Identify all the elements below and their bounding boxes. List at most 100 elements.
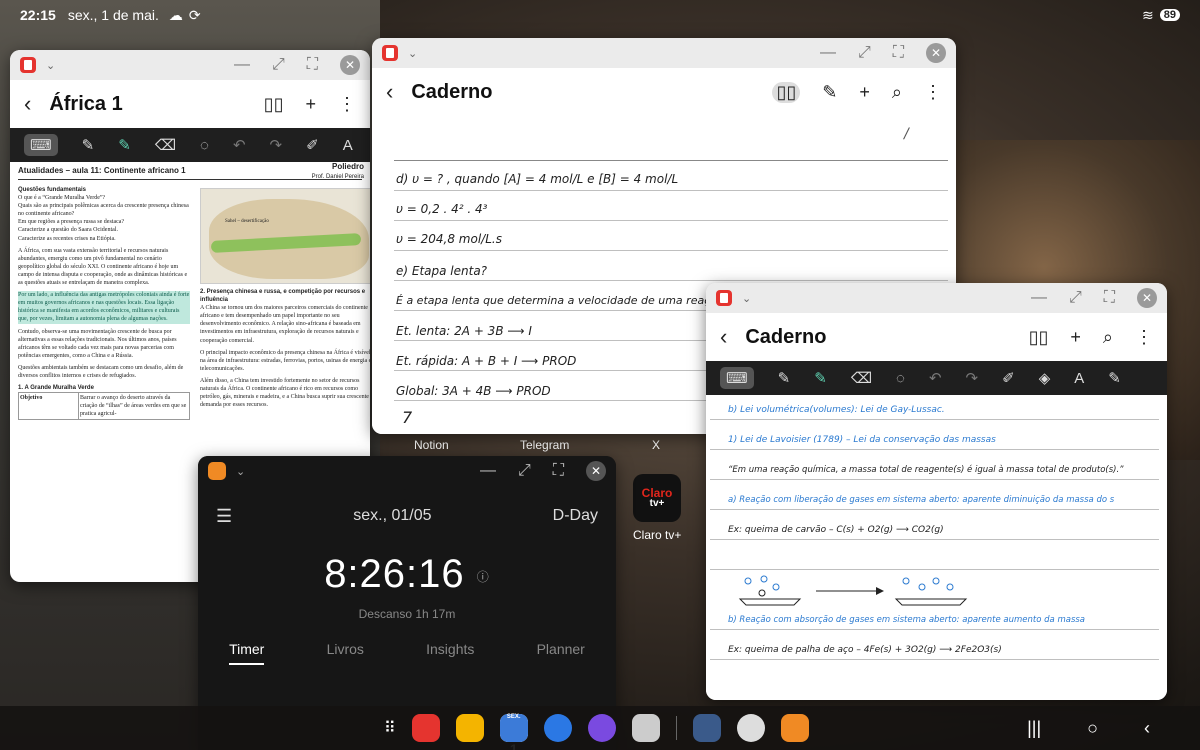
add-icon[interactable]: +: [859, 82, 870, 103]
add-icon[interactable]: +: [305, 94, 316, 115]
undo-icon[interactable]: ↶: [233, 136, 246, 154]
minimize-icon[interactable]: —: [234, 56, 250, 74]
tab-timer[interactable]: Timer: [229, 641, 265, 665]
files-app-icon[interactable]: [455, 714, 484, 742]
galaxy-app-icon[interactable]: [587, 714, 616, 742]
shape-pen-icon[interactable]: ✐: [1002, 369, 1015, 387]
more-icon[interactable]: ⋮: [924, 82, 942, 103]
close-icon[interactable]: ✕: [926, 43, 946, 63]
handwriting-line: 1) Lei de Lavoisier (1789) – Lei da cons…: [728, 435, 996, 445]
pen-icon[interactable]: ✎: [82, 136, 95, 154]
marker-icon[interactable]: ✎: [1108, 369, 1121, 387]
question-item: Quais são as principais polêmicas acerca…: [18, 203, 189, 218]
app-drawer-icon[interactable]: ⠿: [384, 718, 396, 738]
messages-app-icon[interactable]: [543, 714, 572, 742]
claro-app-label[interactable]: Claro tv+: [633, 528, 681, 542]
dday-button[interactable]: D-Day: [553, 507, 598, 525]
telegram-app-label[interactable]: Telegram: [520, 438, 569, 452]
fullscreen-icon[interactable]: ⛶: [553, 462, 564, 480]
question-item: Caracterize a questão do Saara Ocidental…: [18, 227, 118, 234]
minimize-icon[interactable]: —: [1031, 289, 1047, 307]
system-navigation: ||| ○ ‹: [1027, 718, 1150, 739]
fullscreen-icon[interactable]: ⛶: [307, 56, 318, 74]
window-titlebar[interactable]: ⌄ — ⤢ ⛶ ✕: [198, 456, 616, 486]
paragraph: Questões ambientais também se destacam c…: [18, 364, 184, 379]
chevron-down-icon[interactable]: ⌄: [46, 59, 55, 72]
resize-icon[interactable]: ⤢: [1069, 289, 1082, 307]
fullscreen-icon[interactable]: ⛶: [893, 44, 904, 62]
tab-planner[interactable]: Planner: [537, 641, 585, 665]
close-icon[interactable]: ✕: [1137, 288, 1157, 308]
recents-icon[interactable]: |||: [1027, 718, 1041, 739]
caderno-window-2[interactable]: ⌄ — ⤢ ⛶ ✕ ‹ Caderno ▯▯ + ⌕ ⋮ ⌨ ✎ ✎ ⌫ ◌ ↶…: [706, 283, 1167, 700]
notion-app-label[interactable]: Notion: [414, 438, 449, 452]
notes-app-icon[interactable]: [411, 714, 440, 742]
star-app-icon[interactable]: [692, 714, 721, 742]
left-column: Questões fundamentais O que é a “Grande …: [18, 186, 190, 421]
shape-pen-icon[interactable]: ✐: [306, 136, 319, 154]
resize-icon[interactable]: ⤢: [518, 462, 531, 480]
home-icon[interactable]: ○: [1087, 718, 1098, 739]
resize-icon[interactable]: ⤢: [272, 56, 285, 74]
lasso-icon[interactable]: ◌: [200, 137, 209, 154]
keyboard-icon[interactable]: ⌨: [720, 367, 754, 389]
add-icon[interactable]: +: [1070, 327, 1081, 348]
back-nav-icon[interactable]: ‹: [1144, 718, 1150, 739]
search-icon[interactable]: ⌕: [1103, 327, 1113, 348]
redo-icon[interactable]: ↷: [270, 136, 283, 154]
tab-livros[interactable]: Livros: [327, 641, 364, 665]
back-icon[interactable]: ‹: [386, 79, 393, 105]
window-titlebar[interactable]: ⌄ — ⤢ ⛶ ✕: [10, 50, 370, 80]
undo-icon[interactable]: ↶: [929, 369, 942, 387]
pen-icon[interactable]: ✎: [778, 369, 791, 387]
chevron-down-icon[interactable]: ⌄: [742, 292, 751, 305]
book-icon[interactable]: ▯▯: [264, 94, 284, 115]
author-label: Prof. Daniel Pereira: [311, 173, 364, 180]
claro-tv-app-icon[interactable]: Claro tv+: [633, 474, 681, 522]
window-titlebar[interactable]: ⌄ — ⤢ ⛶ ✕: [372, 38, 956, 68]
help-icon[interactable]: ⓘ: [477, 570, 490, 584]
minimize-icon[interactable]: —: [480, 462, 496, 480]
redo-icon[interactable]: ↷: [966, 369, 979, 387]
pen-icon[interactable]: ✎: [822, 82, 837, 103]
more-icon[interactable]: ⋮: [1135, 327, 1153, 348]
question-item: O que é a “Grande Muralha Verde”?: [18, 195, 106, 202]
book-icon[interactable]: ▯▯: [1029, 327, 1049, 348]
more-icon[interactable]: ⋮: [338, 94, 356, 115]
back-icon[interactable]: ‹: [24, 91, 31, 117]
paragraph: Contudo, observa-se uma movimentação cre…: [18, 328, 177, 359]
drawing-toolbar: ⌨ ✎ ✎ ⌫ ◌ ↶ ↷ ✐ A: [10, 128, 370, 162]
back-icon[interactable]: ‹: [720, 324, 727, 350]
menu-icon[interactable]: ☰: [216, 506, 232, 527]
tab-insights[interactable]: Insights: [426, 641, 474, 665]
search-icon[interactable]: ⌕: [892, 82, 902, 103]
chevron-down-icon[interactable]: ⌄: [408, 47, 417, 60]
calendar-day: 1: [509, 741, 518, 750]
keyboard-icon[interactable]: ⌨: [24, 134, 58, 156]
book-icon[interactable]: ▯▯: [772, 81, 801, 103]
fullscreen-icon[interactable]: ⛶: [1104, 289, 1115, 307]
camera-app-icon[interactable]: [631, 714, 660, 742]
timer-app-icon[interactable]: [780, 714, 809, 742]
ruled-line: [710, 539, 1159, 540]
eraser-icon[interactable]: ⌫: [155, 136, 176, 154]
minimize-icon[interactable]: —: [820, 44, 836, 62]
x-app-label[interactable]: X: [652, 438, 660, 452]
chevron-down-icon[interactable]: ⌄: [236, 465, 245, 478]
lasso-icon[interactable]: ◌: [896, 370, 905, 387]
calendar-app-icon[interactable]: SEX. 1: [499, 714, 528, 750]
highlighter-icon[interactable]: ✎: [814, 369, 827, 387]
text-icon[interactable]: A: [1074, 370, 1084, 387]
clock-app-icon[interactable]: [736, 714, 765, 742]
window-titlebar[interactable]: ⌄ — ⤢ ⛶ ✕: [706, 283, 1167, 313]
status-time: 22:15: [20, 7, 56, 23]
page-number: 7: [402, 408, 413, 427]
eraser-icon[interactable]: ⌫: [851, 369, 872, 387]
close-icon[interactable]: ✕: [340, 55, 360, 75]
notebook-page[interactable]: b) Lei volumétrica(volumes): Lei de Gay-…: [706, 395, 1167, 700]
highlighter-icon[interactable]: ✎: [118, 136, 131, 154]
fill-icon[interactable]: ◈: [1039, 369, 1051, 387]
text-icon[interactable]: A: [343, 137, 353, 154]
close-icon[interactable]: ✕: [586, 461, 606, 481]
resize-icon[interactable]: ⤢: [858, 44, 871, 62]
